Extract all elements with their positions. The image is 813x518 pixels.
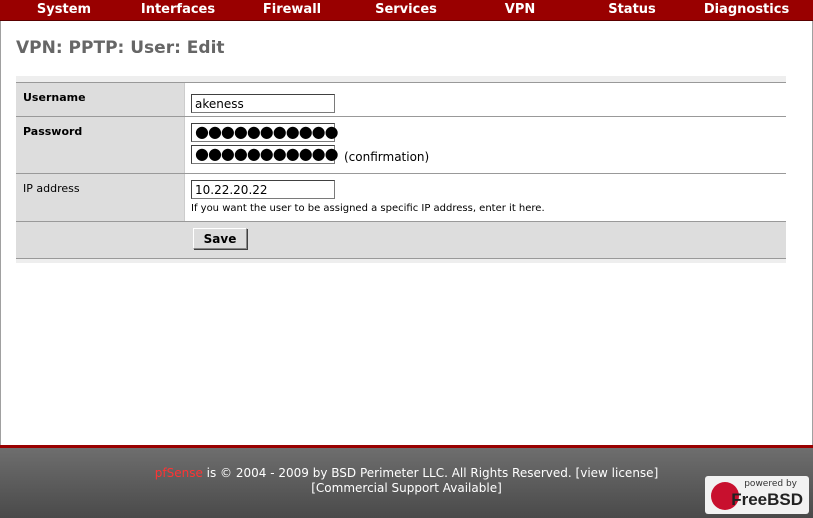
save-row-spacer [16, 222, 185, 258]
username-row: Username [16, 82, 786, 117]
footer-text: pfSense is © 2004 - 2009 by BSD Perimete… [0, 466, 813, 496]
page-title: VPN: PPTP: User: Edit [16, 38, 225, 58]
powered-by-label: powered by [744, 479, 797, 489]
top-nav: System Interfaces Firewall Services VPN … [0, 0, 813, 21]
password-input[interactable]: ●●●●●●●●●●● [191, 123, 339, 142]
nav-system[interactable]: System [0, 0, 128, 20]
freebsd-logo[interactable]: powered by FreeBSD [705, 476, 809, 514]
password-cell: ●●●●●●●●●●● ●●●●●●●●●●● (confirmation) [185, 117, 786, 173]
footer: pfSense is © 2004 - 2009 by BSD Perimete… [0, 445, 813, 518]
password-confirm-input[interactable]: ●●●●●●●●●●● [191, 145, 339, 164]
nav-services[interactable]: Services [356, 0, 456, 20]
save-cell: Save [185, 222, 786, 258]
copyright-text: is © 2004 - 2009 by BSD Perimeter LLC. A… [202, 466, 581, 480]
commercial-support-link[interactable]: [Commercial Support Available] [311, 481, 502, 495]
freebsd-label: FreeBSD [731, 490, 803, 509]
save-button[interactable]: Save [193, 228, 247, 249]
nav-vpn[interactable]: VPN [456, 0, 584, 20]
save-row: Save [16, 222, 786, 259]
nav-diagnostics[interactable]: Diagnostics [680, 0, 813, 20]
view-license-link[interactable]: view license [580, 466, 653, 480]
nav-status[interactable]: Status [584, 0, 680, 20]
nav-firewall[interactable]: Firewall [228, 0, 356, 20]
username-cell [185, 83, 786, 116]
password-label: Password [16, 117, 185, 173]
nav-interfaces[interactable]: Interfaces [128, 0, 228, 20]
user-edit-form: Username Password ●●●●●●●●●●● ●●●●●●●●●●… [16, 76, 786, 263]
ip-hint: If you want the user to be assigned a sp… [191, 203, 545, 214]
password-row: Password ●●●●●●●●●●● ●●●●●●●●●●● (confir… [16, 117, 786, 174]
close-bracket: ] [653, 466, 659, 480]
ip-cell: If you want the user to be assigned a sp… [185, 174, 786, 221]
ip-input[interactable] [191, 180, 335, 199]
form-bottom-shadow [16, 259, 786, 263]
confirmation-label: (confirmation) [344, 150, 430, 164]
username-label: Username [16, 83, 185, 116]
username-input[interactable] [191, 94, 335, 113]
pfsense-link[interactable]: pfSense [155, 466, 203, 480]
ip-row: IP address If you want the user to be as… [16, 174, 786, 222]
ip-label: IP address [16, 174, 185, 221]
